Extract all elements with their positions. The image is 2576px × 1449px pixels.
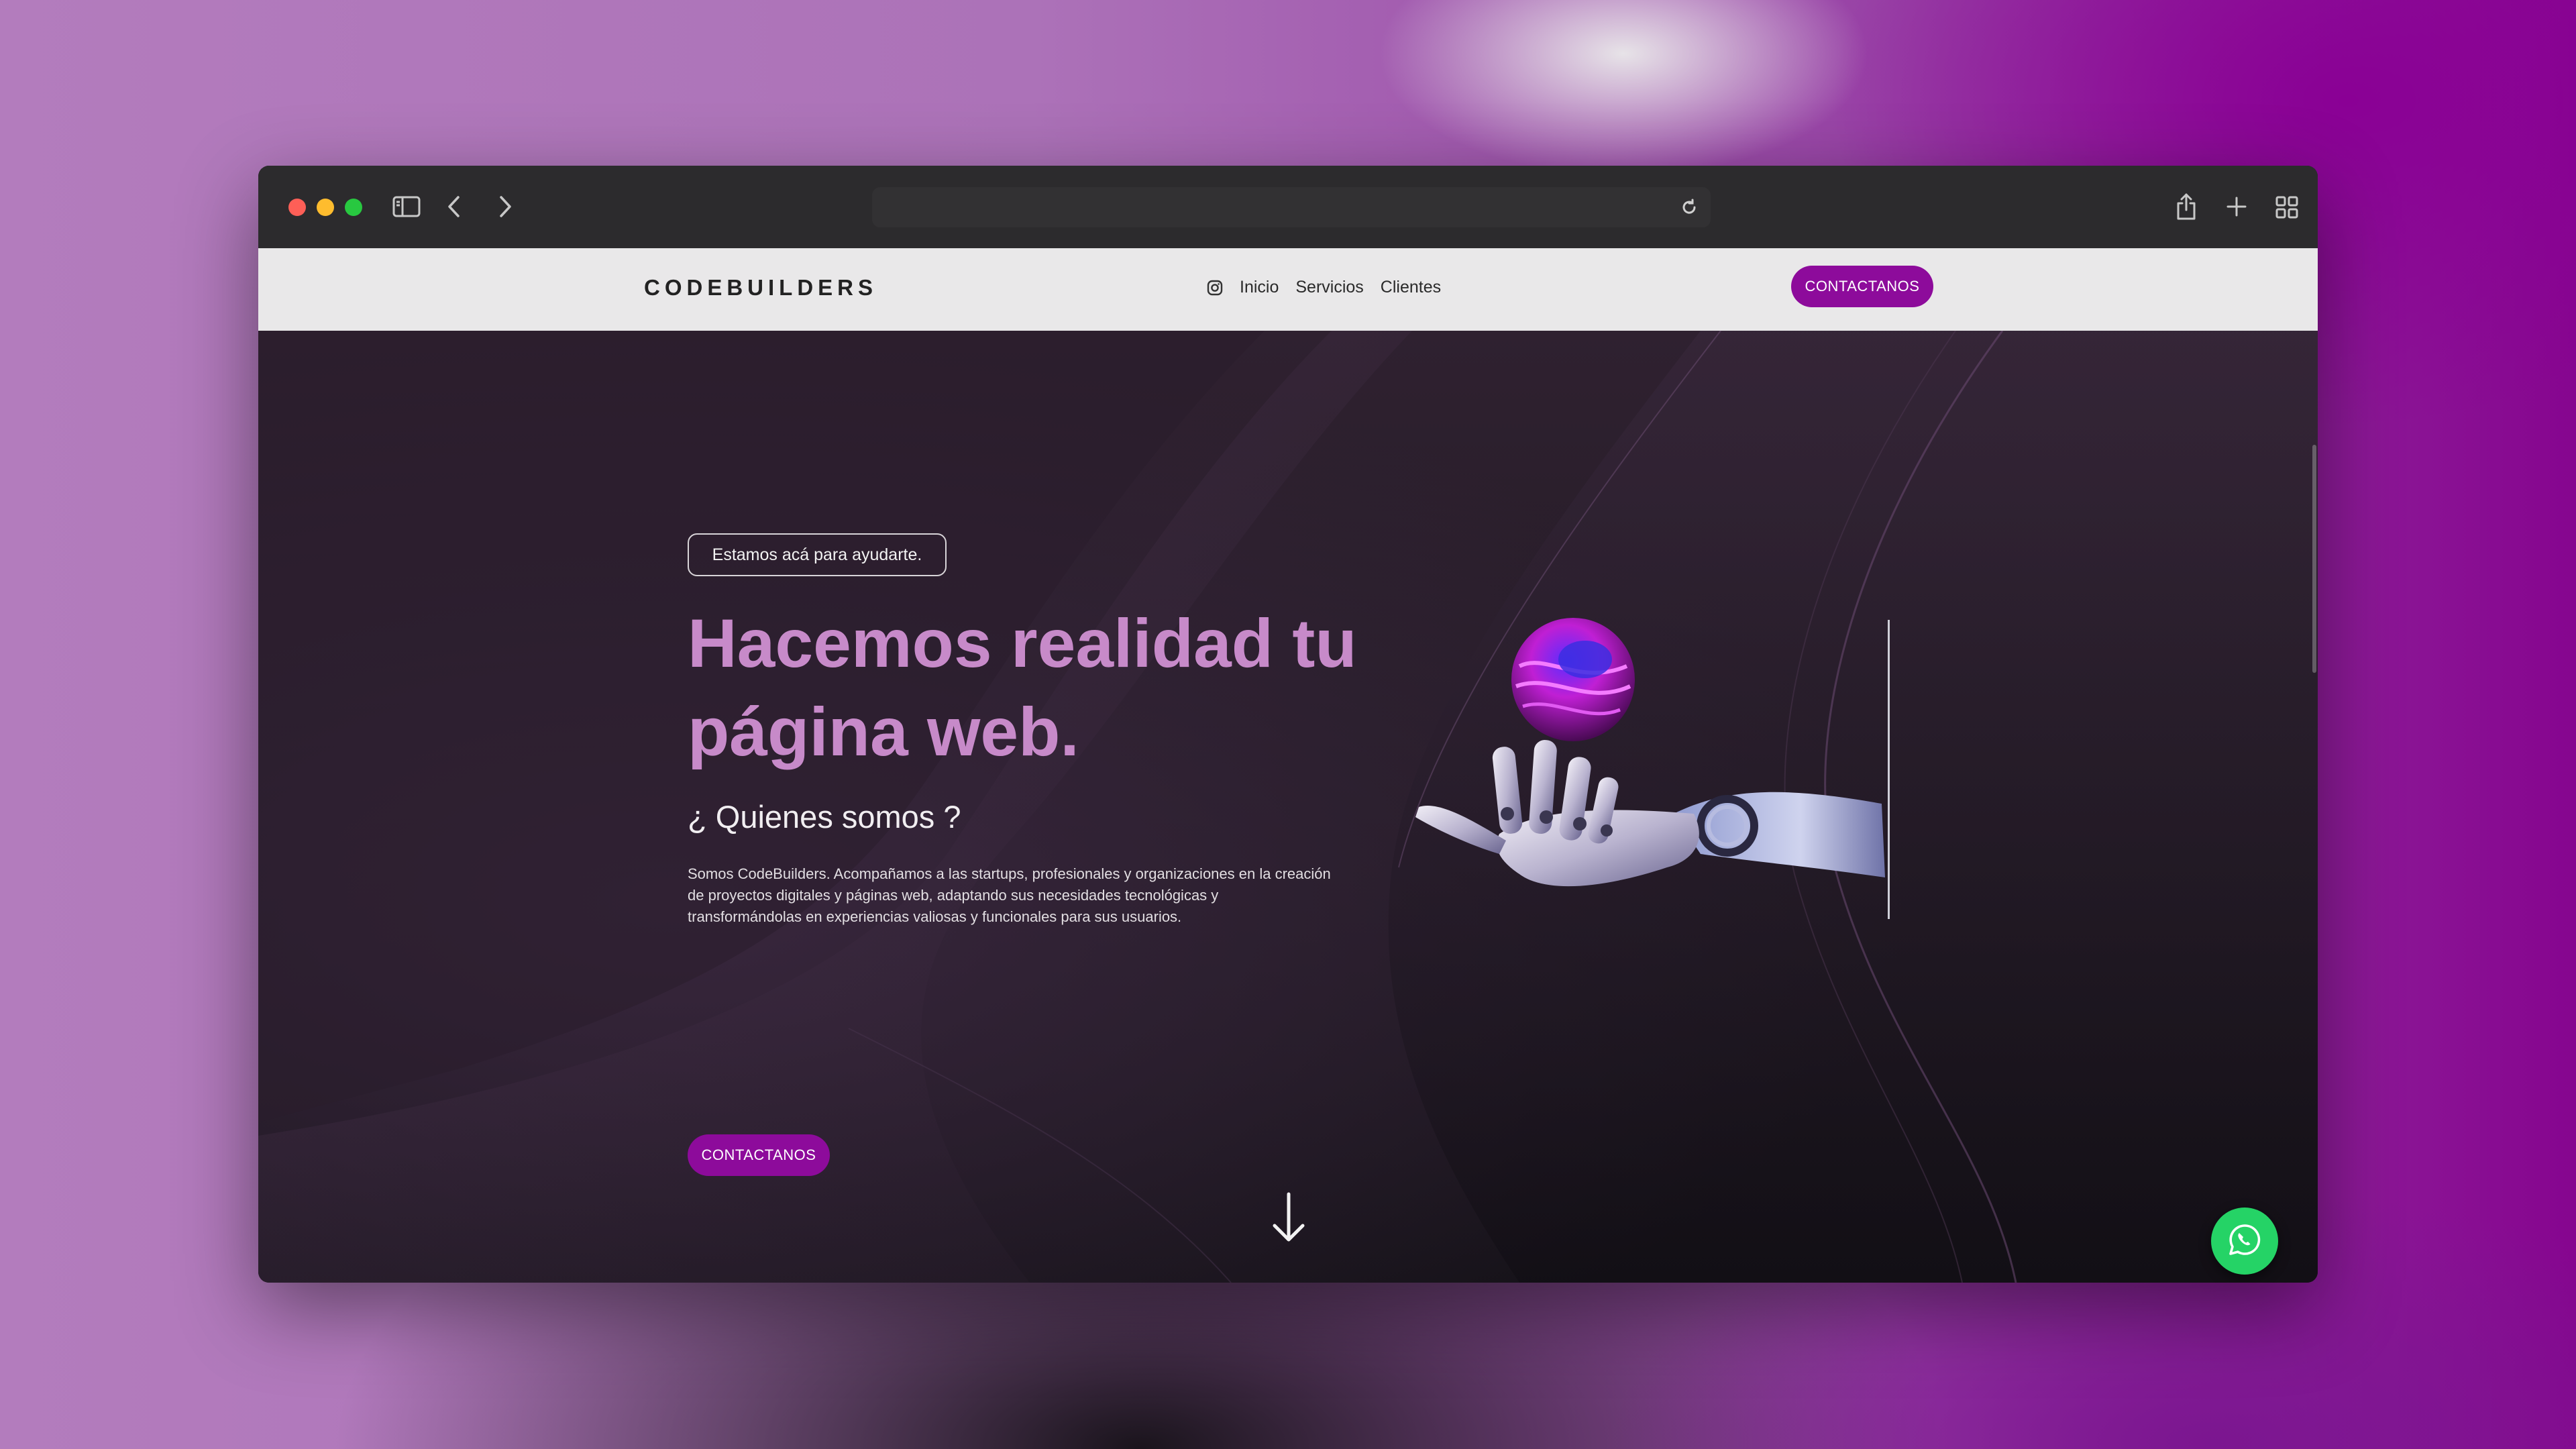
- zoom-window-button[interactable]: [345, 199, 362, 216]
- site-header: CODEBUILDERS Inicio Servicios Clientes C…: [258, 248, 2318, 331]
- hero-headline: Hacemos realidad tu página web.: [688, 599, 1426, 776]
- whatsapp-icon: [2227, 1222, 2262, 1260]
- headline-line-1: Hacemos realidad tu: [688, 605, 1357, 682]
- share-icon[interactable]: [2175, 193, 2198, 221]
- main-nav: Inicio Servicios Clientes: [1207, 278, 1441, 297]
- headline-line-2: página web.: [688, 694, 1079, 770]
- minimize-window-button[interactable]: [317, 199, 334, 216]
- chevron-left-icon[interactable]: [447, 195, 462, 218]
- tab-grid-icon[interactable]: [2275, 196, 2298, 219]
- instagram-icon[interactable]: [1207, 280, 1223, 296]
- header-contact-button[interactable]: CONTACTANOS: [1791, 266, 1933, 307]
- about-paragraph: Somos CodeBuilders. Acompañamos a las st…: [688, 865, 1331, 925]
- robot-hand-illustration: [1415, 618, 1885, 887]
- whatsapp-button[interactable]: [2211, 1208, 2278, 1275]
- address-bar[interactable]: [872, 187, 1711, 227]
- close-window-button[interactable]: [288, 199, 306, 216]
- hero-contact-button[interactable]: CONTACTANOS: [688, 1134, 830, 1176]
- nav-link-clientes[interactable]: Clientes: [1381, 278, 1441, 297]
- about-heading: ¿ Quienes somos ?: [688, 799, 961, 835]
- nav-link-inicio[interactable]: Inicio: [1240, 278, 1279, 297]
- help-badge: Estamos acá para ayudarte.: [688, 533, 947, 576]
- hero-section: Estamos acá para ayudarte. Hacemos reali…: [258, 331, 2318, 1283]
- arrow-down-icon[interactable]: [1270, 1192, 1307, 1246]
- nav-link-servicios[interactable]: Servicios: [1295, 278, 1363, 297]
- reload-icon[interactable]: [1680, 198, 1699, 220]
- chevron-right-icon[interactable]: [498, 195, 513, 218]
- page-scrollbar[interactable]: [2312, 445, 2316, 673]
- sidebar-icon[interactable]: [392, 196, 421, 217]
- browser-toolbar: [258, 166, 2318, 248]
- hero-background-waves: [258, 331, 2318, 1283]
- brand-logo[interactable]: CODEBUILDERS: [644, 275, 877, 301]
- glowing-sphere: [1511, 618, 1635, 741]
- browser-window: CODEBUILDERS Inicio Servicios Clientes C…: [258, 166, 2318, 1283]
- plus-icon[interactable]: [2226, 196, 2247, 217]
